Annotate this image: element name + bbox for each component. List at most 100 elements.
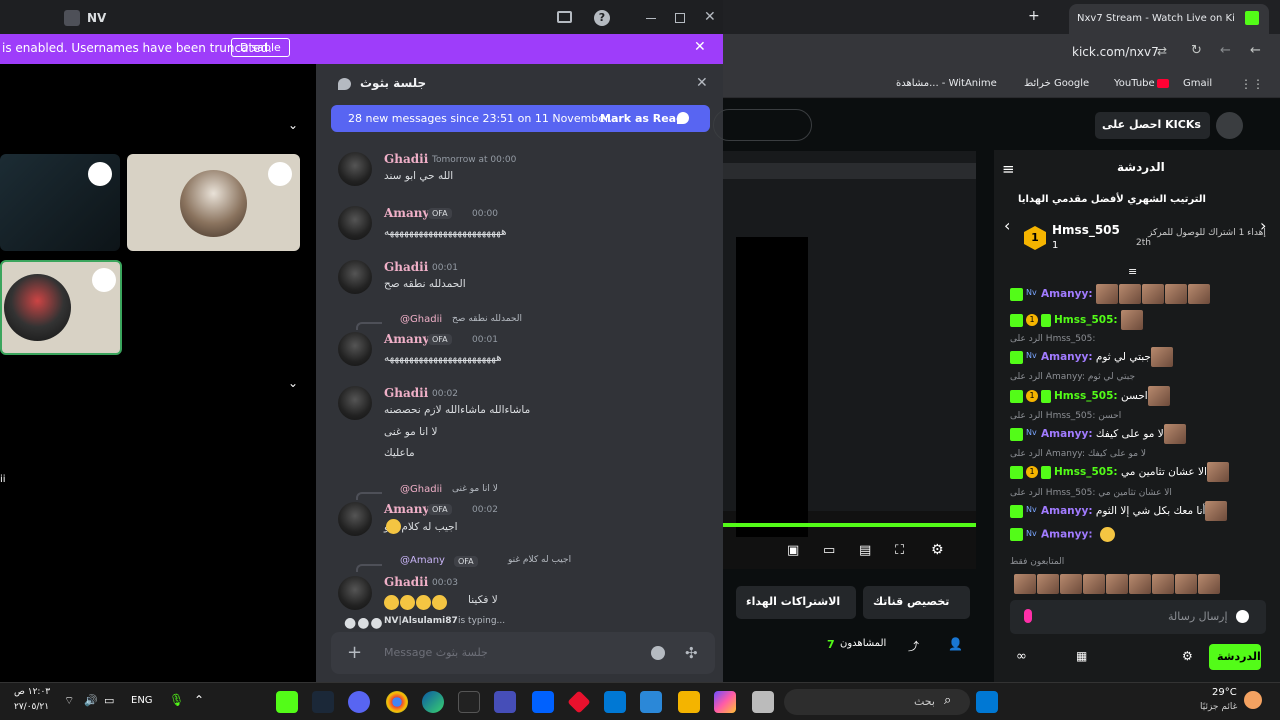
minimize-icon[interactable] [646,18,656,19]
edge-icon[interactable] [422,691,444,713]
site-settings-icon[interactable]: ⇄ [1157,44,1167,58]
follow-icon[interactable]: 👤 [948,637,963,651]
chrome-icon[interactable] [386,691,408,713]
prev-arrow-icon[interactable]: ‹ [1004,216,1010,235]
mark-as-read-button[interactable]: Mark as Read [600,112,684,125]
reply-preview[interactable]: الرد على Amanyy: جبتي لي ثوم [1010,372,1135,382]
back-icon[interactable]: ← [1250,43,1261,58]
chat-username[interactable]: Amanyy: [1041,505,1093,517]
stream-player[interactable]: ▣ ▭ ▤ ⛶ ⚙ [723,151,976,569]
tray-overflow-icon[interactable]: ⌃ [194,693,204,707]
clip-icon[interactable]: ▭ [823,543,835,558]
store-icon[interactable] [640,691,662,713]
kicks-button[interactable]: احصل على KICKs [1095,112,1210,139]
bookmark-gmail[interactable]: Gmail [1183,78,1212,89]
close-banner-icon[interactable]: ✕ [694,39,706,55]
teams-icon[interactable] [494,691,516,713]
avatar[interactable] [338,386,372,420]
chevron-down-icon[interactable]: ⌄ [288,118,298,132]
chat-username[interactable]: Amanyy: [1041,529,1093,541]
emote-icon[interactable] [1083,573,1105,594]
reply-preview[interactable]: اجيب له كلام غنو [508,555,571,565]
disable-button[interactable]: Disable [231,38,290,57]
bookmark-youtube[interactable]: YouTube [1114,78,1155,89]
mic-icon[interactable]: 🎙 [169,693,184,707]
reply-author[interactable]: @Ghadii [400,314,442,325]
author-name[interactable]: Ghadii [384,386,428,400]
app-icon[interactable] [567,690,591,714]
inbox-icon[interactable] [557,11,572,23]
collapse-chat-icon[interactable]: ≡ [1002,160,1015,178]
reply-preview[interactable]: الرد على Hmss_505: احسن [1010,411,1121,421]
copilot-icon[interactable] [714,691,736,713]
emoji-icon[interactable] [1236,610,1249,623]
emoji-picker-icon[interactable] [651,646,665,660]
chat-username[interactable]: Hmss_505: [1054,390,1118,402]
theater-mode-icon[interactable]: ▣ [787,543,799,558]
apps-icon[interactable]: ✣ [685,644,698,662]
clock-time[interactable]: ١٢:٠٣ ص [14,687,50,697]
avatar[interactable] [338,206,372,240]
dropbox-icon[interactable] [532,691,554,713]
start-icon[interactable] [976,691,998,713]
battery-icon[interactable]: ▭ [104,694,114,707]
maximize-icon[interactable] [675,13,685,23]
pinned-icon[interactable]: ≡ [1128,265,1137,278]
add-attachment-icon[interactable]: + [347,642,362,663]
chat-settings-icon[interactable]: ⚙ [1182,649,1193,663]
emote-icon[interactable] [1060,573,1082,594]
reply-preview[interactable]: الرد على Hmss_505: الا عشان تثامين مي [1010,488,1172,498]
close-thread-icon[interactable]: ✕ [696,75,708,91]
emote-icon[interactable] [1014,573,1036,594]
voice-tile-speaking[interactable] [0,260,122,355]
search-box[interactable] [713,109,812,141]
avatar[interactable] [338,260,372,294]
chat-username[interactable]: Amanyy: [1041,288,1093,300]
search-box[interactable]: بحث ⌕ [784,689,970,715]
author-name[interactable]: Ghadii [384,152,428,166]
file-explorer-icon[interactable] [678,691,700,713]
author-name[interactable]: Amany [384,206,429,220]
url-text[interactable]: kick.com/nxv7 [1072,45,1159,59]
bookmark-witanime[interactable]: مشاهدة... - WitAnime [896,78,997,89]
language-indicator[interactable]: ENG [131,695,153,706]
new-tab-icon[interactable]: + [1028,8,1040,24]
top-gifter-name[interactable]: Hmss_505 [1052,223,1120,237]
message-input[interactable]: Message جلسة بثوث [384,646,488,659]
chat-username[interactable]: Hmss_505: [1054,466,1118,478]
reply-author[interactable]: @Amany [400,555,445,566]
apps-grid-icon[interactable]: ⋮⋮ [1240,77,1264,91]
share-icon[interactable]: ⤴ [908,638,919,654]
emote-icon[interactable] [1037,573,1059,594]
customize-channel-button[interactable]: تخصيص قناتك [863,586,970,619]
bookmark-maps[interactable]: خرائط Google [1024,78,1089,89]
weather-temp[interactable]: 29°C [1212,687,1237,698]
author-name[interactable]: Ghadii [384,575,428,589]
new-messages-bar[interactable]: 28 new messages since 23:51 on 11 Novemb… [331,105,710,132]
infinity-icon[interactable]: ∞ [1016,649,1027,664]
forward-icon[interactable]: ← [1220,43,1231,58]
wifi-icon[interactable]: ⌔ [64,694,74,708]
settings-icon[interactable]: ⚙ [931,542,944,558]
reply-preview[interactable]: الحمدلله نطقه صح [452,314,522,324]
mic-icon[interactable] [1024,609,1032,623]
emote-icon[interactable] [1175,573,1197,594]
reply-author[interactable]: @Ghadii [400,484,442,495]
weather-text[interactable]: غائم جزئيًا [1200,702,1237,712]
reply-preview[interactable]: الرد على Amanyy: لا مو على كيفك [1010,449,1146,459]
fullscreen-icon[interactable]: ⛶ [895,543,904,558]
voice-tile[interactable] [0,154,120,251]
chat-username[interactable]: Hmss_505: [1054,314,1118,326]
avatar[interactable] [1216,112,1243,139]
avatar[interactable] [338,332,372,366]
gift-subs-button[interactable]: الاشتراكات الهداء [736,586,856,619]
chat-username[interactable]: Amanyy: [1041,428,1093,440]
outlook-icon[interactable] [604,691,626,713]
tab-kick[interactable]: Nxv7 Stream - Watch Live on Ki [1069,4,1269,34]
chat-send-button[interactable]: الدردشة [1209,644,1261,670]
chat-username[interactable]: Amanyy: [1041,351,1093,363]
author-name[interactable]: Amany [384,332,429,346]
discord-icon[interactable] [348,691,370,713]
chevron-down-icon[interactable]: ⌄ [288,376,298,390]
chat-input[interactable]: إرسال رسالة [1010,600,1266,634]
